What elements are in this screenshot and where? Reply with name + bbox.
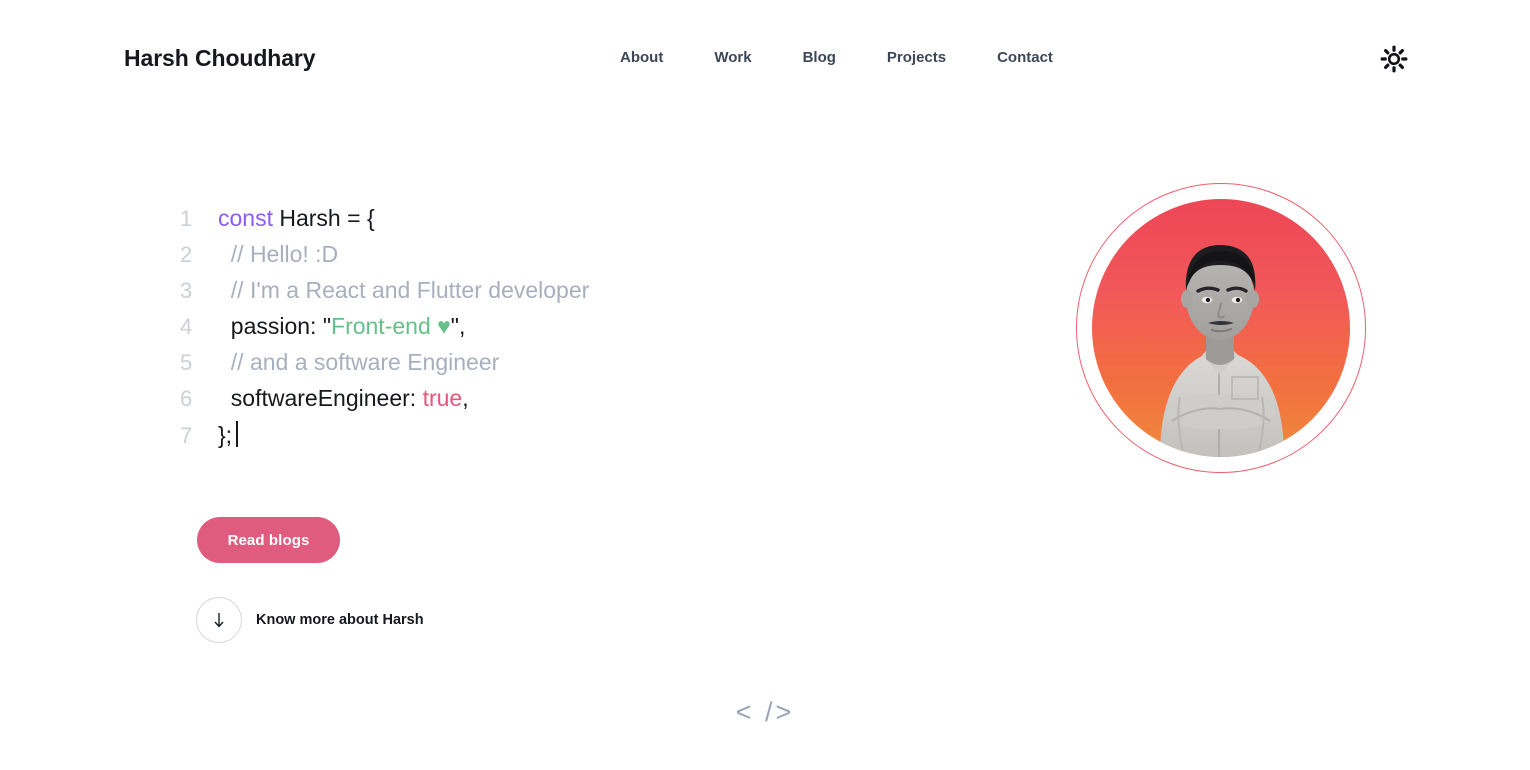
code-line-number: 6 — [180, 386, 193, 411]
code-line-text: // and a software Engineer — [218, 349, 500, 376]
code-line-number: 5 — [180, 350, 193, 375]
nav-link-work[interactable]: Work — [714, 49, 751, 66]
code-line: 6 softwareEngineer: true, — [180, 385, 820, 421]
main-navigation: About Work Blog Projects Contact — [620, 49, 1053, 66]
code-line-text: softwareEngineer: true, — [218, 385, 469, 412]
code-token-kw: const — [218, 205, 280, 231]
nav-link-projects[interactable]: Projects — [887, 49, 946, 66]
code-token-plain: Harsh = { — [279, 205, 375, 231]
code-line-number: 3 — [180, 278, 193, 303]
intro-code-block: 1 const Harsh = {2 // Hello! :D 3 // I'm a… — [180, 205, 820, 457]
code-token-str: Front-end ♥ — [331, 313, 451, 339]
code-line-text: const Harsh = { — [218, 205, 375, 232]
code-line-text: // Hello! :D — [218, 241, 338, 268]
code-token-plain: softwareEngineer: — [218, 385, 423, 411]
nav-link-contact[interactable]: Contact — [997, 49, 1053, 66]
nav-link-about[interactable]: About — [620, 49, 663, 66]
site-header: Harsh Choudhary About Work Blog Projects… — [0, 0, 1530, 120]
code-glyph: < /> — [735, 697, 795, 727]
code-line: 4 passion: "Front-end ♥", — [180, 313, 820, 349]
brand-logo[interactable]: Harsh Choudhary — [124, 45, 316, 72]
code-line: 3 // I'm a React and Flutter developer — [180, 277, 820, 313]
code-token-comment: // I'm a React and Flutter developer — [218, 277, 590, 303]
code-line-text: // I'm a React and Flutter developer — [218, 277, 590, 304]
know-more-link[interactable]: Know more about Harsh — [196, 597, 424, 643]
know-more-label: Know more about Harsh — [256, 612, 424, 628]
code-token-plain: }; — [218, 422, 233, 448]
text-caret — [236, 421, 239, 447]
code-token-comment: // Hello! :D — [218, 241, 339, 267]
theme-toggle-button[interactable] — [1379, 45, 1409, 75]
code-line-number: 1 — [180, 206, 193, 231]
arrow-down-icon[interactable] — [196, 597, 242, 643]
read-blogs-button[interactable]: Read blogs — [197, 517, 340, 563]
avatar-image: Ph — [1092, 199, 1350, 457]
code-line-number: 7 — [180, 423, 193, 448]
code-line: 7}; — [180, 421, 820, 457]
code-line: 2 // Hello! :D — [180, 241, 820, 277]
code-line: 5 // and a software Engineer — [180, 349, 820, 385]
code-token-comment: // and a software Engineer — [218, 349, 500, 375]
sun-icon — [1380, 45, 1408, 76]
code-line-number: 2 — [180, 242, 193, 267]
code-token-plain: , — [462, 385, 469, 411]
code-line-number: 4 — [180, 314, 193, 339]
code-line: 1 const Harsh = { — [180, 205, 820, 241]
avatar: Ph — [1076, 183, 1366, 473]
code-line-text: }; — [218, 421, 239, 449]
page-root: Harsh Choudhary About Work Blog Projects… — [0, 0, 1530, 770]
nav-link-blog[interactable]: Blog — [803, 49, 836, 66]
code-line-text: passion: "Front-end ♥", — [218, 313, 466, 340]
code-token-plain: ", — [450, 313, 466, 339]
code-token-bool: true — [422, 385, 463, 411]
avatar-watermark: Ph — [1309, 438, 1322, 449]
code-token-plain: passion: " — [218, 313, 332, 339]
